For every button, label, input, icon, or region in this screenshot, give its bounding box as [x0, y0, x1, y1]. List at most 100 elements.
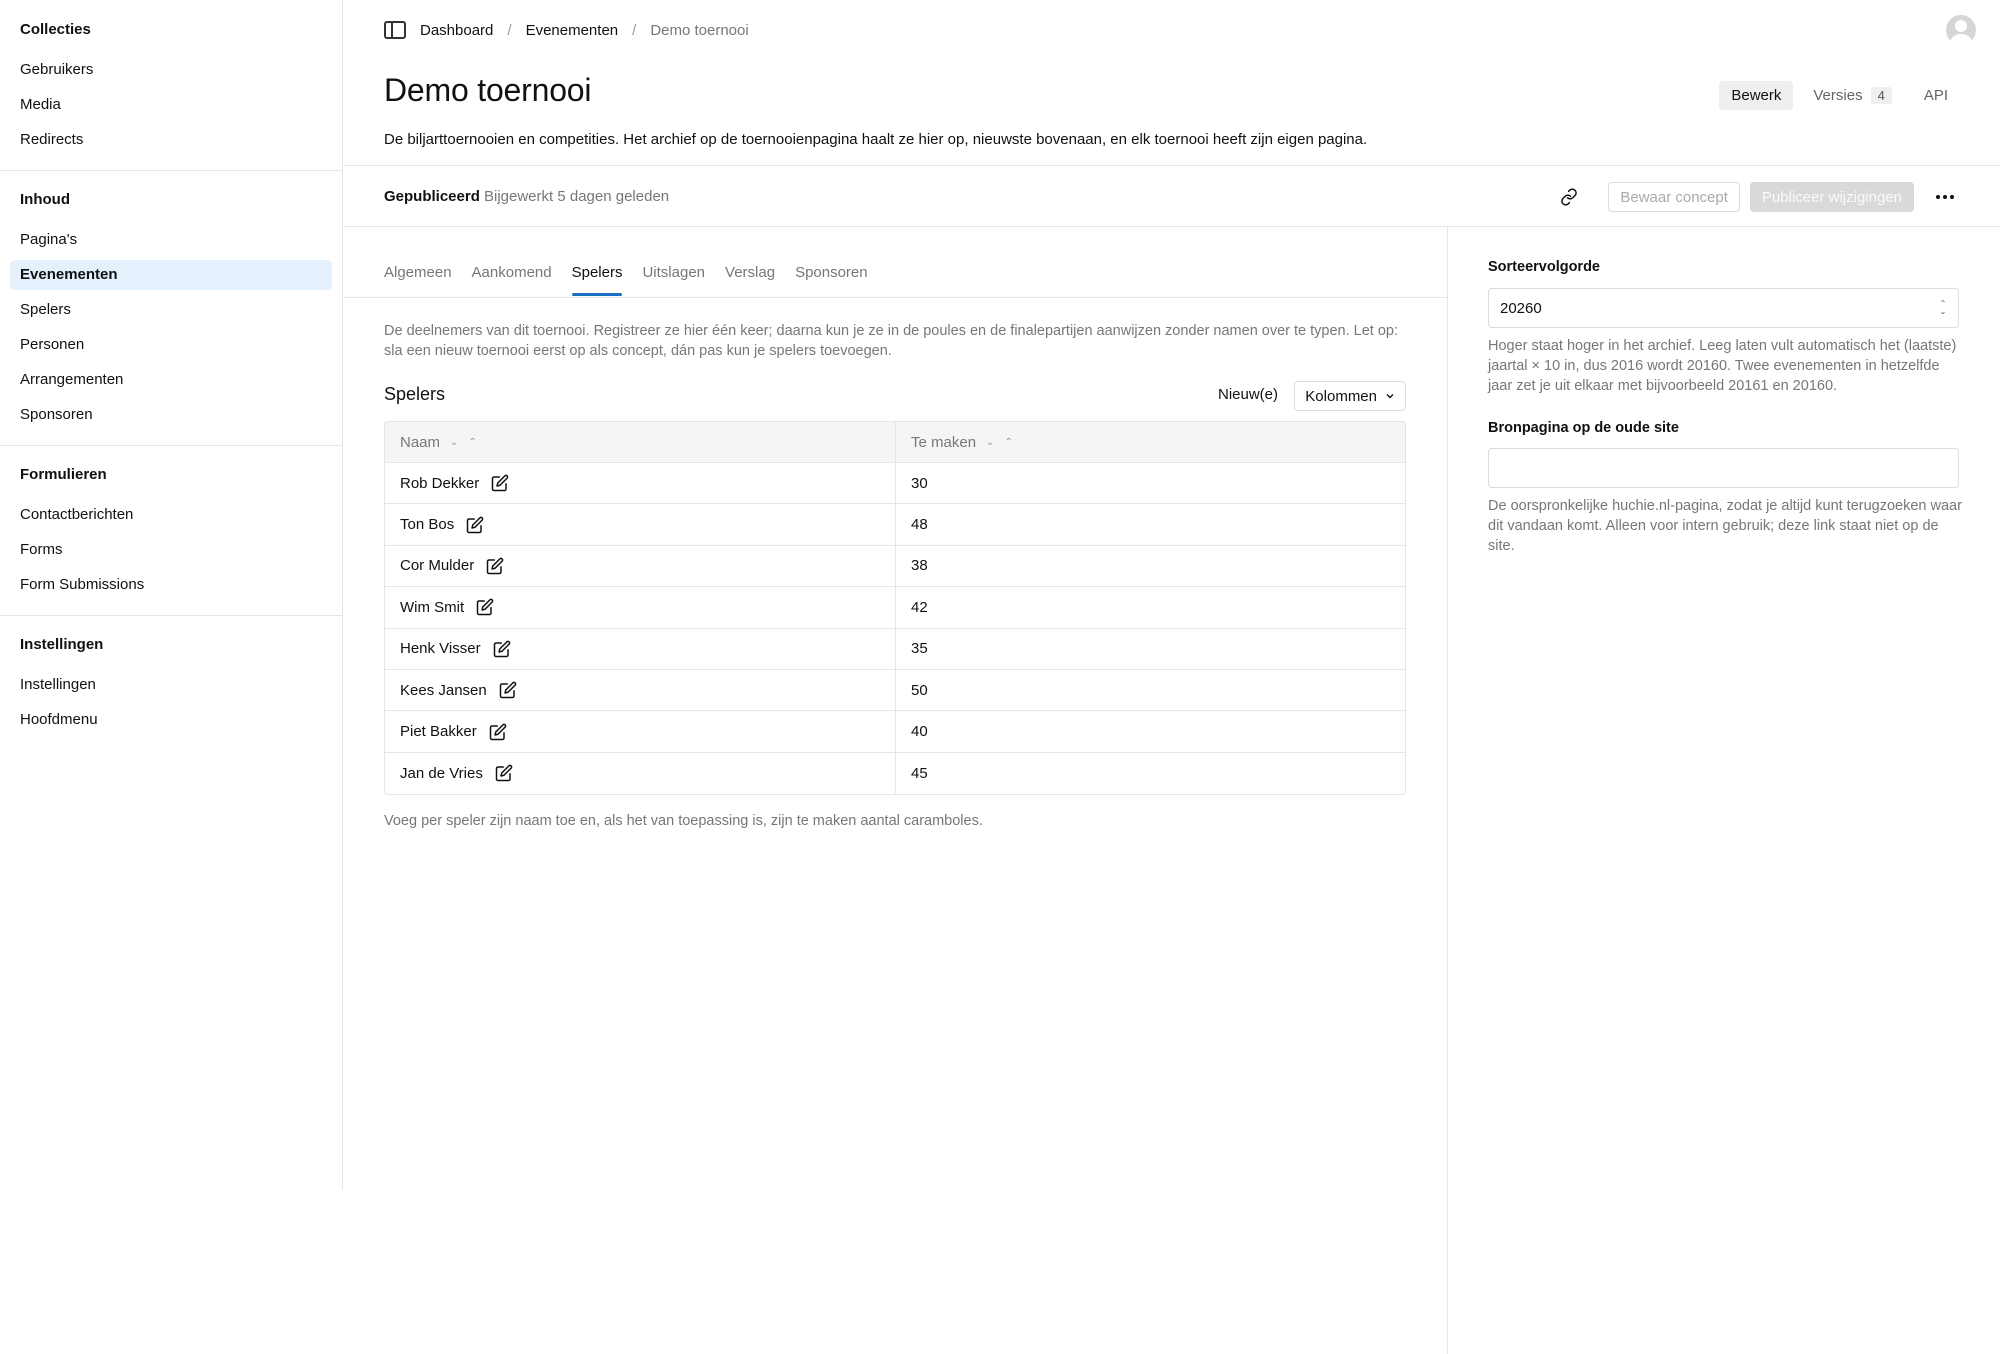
new-player-button[interactable]: Nieuw(e): [1218, 386, 1278, 403]
avatar[interactable]: [1946, 15, 1976, 45]
cell-te-maken: 40: [895, 711, 1405, 752]
sidebar-item-gebruikers[interactable]: Gebruikers: [10, 55, 332, 85]
table-row: Wim Smit 42: [385, 587, 1405, 629]
edit-icon[interactable]: [486, 557, 504, 575]
link-icon[interactable]: [1554, 182, 1584, 212]
versions-count-badge: 4: [1870, 87, 1892, 104]
source-page-label: Bronpagina op de oude site: [1488, 420, 1679, 436]
page-title: Demo toernooi: [384, 72, 592, 108]
nav-group-instellingen: Instellingen Instellingen Hoofdmenu: [0, 616, 342, 750]
table-row: Piet Bakker 40: [385, 711, 1405, 753]
tab-algemeen[interactable]: Algemeen: [384, 264, 452, 295]
sidebar-item-paginas[interactable]: Pagina's: [10, 225, 332, 255]
column-header-te-maken: Te maken ⌄ ⌃: [895, 422, 1405, 462]
edit-icon[interactable]: [495, 764, 513, 782]
sidebar-item-sponsoren[interactable]: Sponsoren: [10, 400, 332, 430]
tab-aankomend[interactable]: Aankomend: [472, 264, 552, 295]
cell-te-maken: 45: [895, 752, 1405, 795]
edit-icon[interactable]: [493, 640, 511, 658]
sort-asc-icon[interactable]: ⌃: [468, 437, 476, 448]
view-tab-edit[interactable]: Bewerk: [1719, 81, 1794, 110]
player-target: 50: [911, 681, 928, 699]
column-header-label: Te maken: [911, 433, 977, 451]
more-options-icon[interactable]: [1930, 182, 1960, 212]
cell-te-maken: 38: [895, 545, 1405, 587]
player-name: Cor Mulder: [400, 557, 475, 575]
edit-icon[interactable]: [476, 598, 494, 616]
player-name: Rob Dekker: [400, 474, 480, 492]
players-table: Naam ⌄ ⌃ Te maken ⌄ ⌃ Rob Dekker 30 Ton Bo…: [384, 421, 1406, 796]
cell-naam: Rob Dekker: [385, 463, 895, 503]
sidebar-item-instellingen[interactable]: Instellingen: [10, 670, 332, 700]
tab-spelers[interactable]: Spelers: [571, 264, 622, 296]
view-tab-api[interactable]: API: [1912, 81, 1960, 110]
breadcrumb: Dashboard / Evenementen / Demo toernooi: [384, 16, 749, 44]
breadcrumb-evenementen[interactable]: Evenementen: [526, 22, 619, 39]
tab-verslag[interactable]: Verslag: [725, 264, 775, 295]
cell-naam: Cor Mulder: [385, 546, 895, 586]
chevron-down-icon: [1386, 394, 1394, 399]
save-draft-button[interactable]: Bewaar concept: [1608, 182, 1740, 212]
breadcrumb-dashboard[interactable]: Dashboard: [420, 22, 493, 39]
table-row: Cor Mulder 38: [385, 545, 1405, 588]
sort-asc-icon[interactable]: ⌃: [1004, 437, 1012, 448]
cell-naam: Wim Smit: [385, 587, 895, 627]
publish-button[interactable]: Publiceer wijzigingen: [1749, 182, 1914, 212]
edit-icon[interactable]: [499, 681, 517, 699]
sidebar-item-form-submissions[interactable]: Form Submissions: [10, 570, 332, 600]
sidebar-item-forms[interactable]: Forms: [10, 535, 332, 565]
cell-te-maken: 42: [895, 587, 1405, 628]
table-header: Naam ⌄ ⌃ Te maken ⌄ ⌃: [385, 422, 1405, 463]
sidebar-item-spelers[interactable]: Spelers: [10, 295, 332, 325]
main-area: Dashboard / Evenementen / Demo toernooi …: [344, 0, 2000, 1354]
nav-group-title[interactable]: Collecties: [0, 10, 342, 50]
number-stepper-icon[interactable]: ⌃ ⌄: [1938, 299, 1948, 317]
edit-icon[interactable]: [489, 723, 507, 741]
sort-desc-icon[interactable]: ⌄: [986, 437, 994, 448]
columns-button[interactable]: Kolommen: [1294, 381, 1406, 411]
players-table-toolbar: Spelers Nieuw(e) Kolommen: [384, 381, 1406, 411]
sidebar-item-arrangementen[interactable]: Arrangementen: [10, 365, 332, 395]
sidebar-item-hoofdmenu[interactable]: Hoofdmenu: [10, 705, 332, 735]
player-name: Jan de Vries: [400, 764, 483, 782]
view-tab-versions[interactable]: Versies 4: [1801, 81, 1903, 110]
source-page-input[interactable]: [1488, 448, 1959, 488]
breadcrumb-current: Demo toernooi: [650, 21, 749, 39]
sidebar-item-redirects[interactable]: Redirects: [10, 125, 332, 155]
document-actions: Bewaar concept Publiceer wijzigingen: [1554, 182, 1960, 212]
cell-te-maken: 30: [895, 463, 1405, 504]
view-tab-versions-label: Versies: [1813, 87, 1863, 104]
status-updated-text: Bijgewerkt 5 dagen geleden: [484, 188, 670, 205]
sort-desc-icon[interactable]: ⌄: [450, 437, 458, 448]
sidebar-fields: Sorteervolgorde ⌃⌄ Hoger staat hoger in …: [1447, 228, 2000, 1354]
column-header-label: Naam: [400, 433, 441, 451]
nav-group-formulieren: Formulieren Contactberichten Forms Form …: [0, 446, 342, 616]
nav-group-title[interactable]: Inhoud: [0, 180, 342, 220]
nav-group-title[interactable]: Instellingen: [0, 625, 342, 665]
cell-te-maken: 35: [895, 628, 1405, 669]
sort-controls: ⌄ ⌃: [986, 437, 1013, 448]
sort-order-label: Sorteervolgorde: [1488, 259, 1600, 275]
players-help-text: Voeg per speler zijn naam toe en, als he…: [384, 813, 983, 829]
nav-group-title[interactable]: Formulieren: [0, 455, 342, 495]
player-target: 48: [911, 516, 928, 534]
sidebar-item-contactberichten[interactable]: Contactberichten: [10, 500, 332, 530]
table-row: Jan de Vries 45: [385, 752, 1405, 795]
view-tabs: Bewerk Versies 4 API: [1719, 81, 1960, 110]
table-row: Henk Visser 35: [385, 628, 1405, 670]
sidebar-toggle-icon[interactable]: [384, 21, 406, 39]
sidebar-item-media[interactable]: Media: [10, 90, 332, 120]
sidebar-item-evenementen[interactable]: Evenementen: [10, 260, 332, 290]
source-page-help: De oorspronkelijke huchie.nl-pagina, zod…: [1488, 498, 1962, 554]
edit-icon[interactable]: [466, 516, 484, 534]
breadcrumb-separator: /: [507, 21, 512, 39]
player-target: 30: [911, 474, 928, 492]
tab-uitslagen[interactable]: Uitslagen: [642, 264, 705, 295]
columns-button-label: Kolommen: [1305, 387, 1377, 405]
edit-icon[interactable]: [491, 474, 509, 492]
cell-naam: Kees Jansen: [385, 670, 895, 710]
sort-order-input[interactable]: [1488, 288, 1959, 328]
tab-sponsoren[interactable]: Sponsoren: [795, 264, 868, 295]
cell-te-maken: 50: [895, 669, 1405, 711]
sidebar-item-personen[interactable]: Personen: [10, 330, 332, 360]
